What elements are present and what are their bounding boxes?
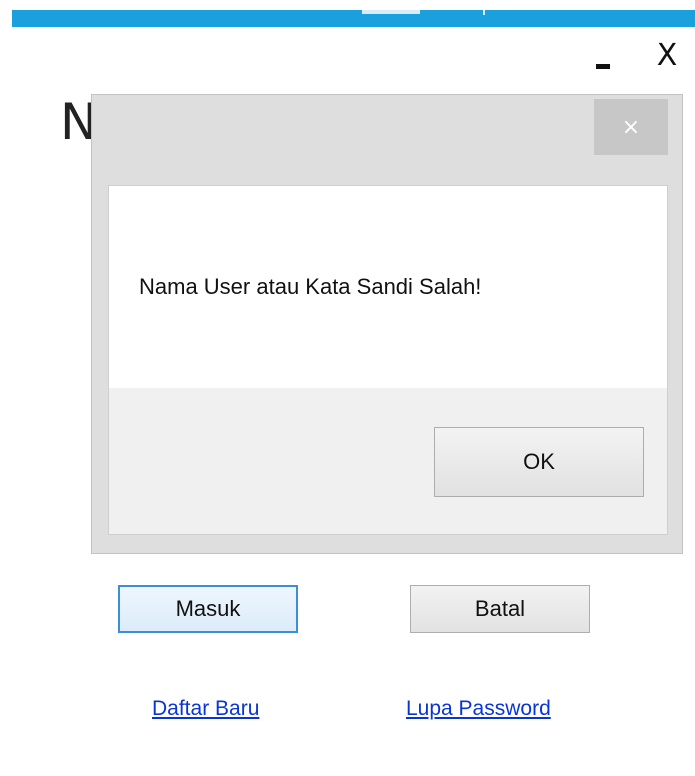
error-message-dialog: × Nama User atau Kata Sandi Salah! OK bbox=[91, 94, 683, 554]
dialog-close-button[interactable]: × bbox=[594, 99, 668, 155]
window-title-partial: N bbox=[60, 93, 94, 151]
dialog-body: Nama User atau Kata Sandi Salah! OK bbox=[108, 185, 668, 535]
window-close-button[interactable]: X bbox=[650, 36, 684, 76]
accent-bar-highlight bbox=[362, 10, 420, 14]
batal-button[interactable]: Batal bbox=[410, 585, 590, 633]
error-message-text: Nama User atau Kata Sandi Salah! bbox=[139, 274, 482, 299]
ok-button[interactable]: OK bbox=[434, 427, 644, 497]
login-window: X N Masuk Batal Daftar Baru Lupa Passwor… bbox=[0, 0, 695, 776]
message-area: Nama User atau Kata Sandi Salah! bbox=[109, 186, 667, 388]
close-icon: X bbox=[656, 38, 678, 73]
minimize-icon[interactable] bbox=[596, 64, 610, 69]
close-icon: × bbox=[621, 114, 641, 140]
accent-bar-tick bbox=[483, 10, 485, 15]
masuk-button[interactable]: Masuk bbox=[118, 585, 298, 633]
daftar-baru-link[interactable]: Daftar Baru bbox=[152, 697, 259, 721]
title-accent-bar bbox=[12, 10, 695, 27]
lupa-password-link[interactable]: Lupa Password bbox=[406, 697, 551, 721]
